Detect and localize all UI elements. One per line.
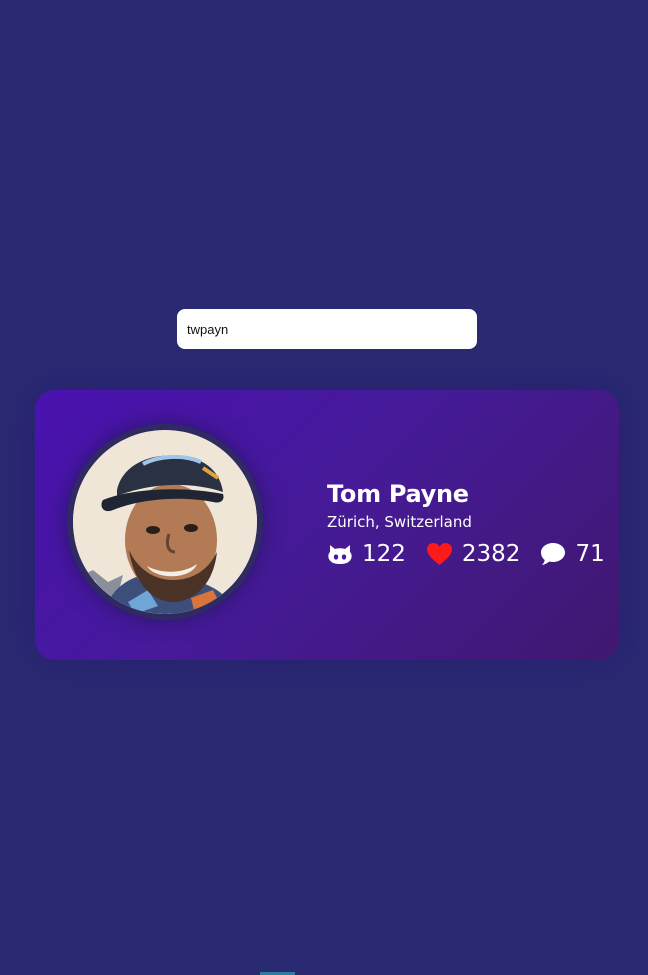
heart-icon: [426, 542, 453, 566]
avatar-ring: [67, 424, 263, 620]
stat-repos: 122: [327, 539, 406, 569]
search-container: [177, 309, 477, 349]
stat-comments: 71: [540, 539, 605, 569]
profile-info: Tom Payne Zürich, Switzerland 122 2382 7…: [327, 478, 605, 569]
repos-count: 122: [362, 541, 406, 567]
profile-location: Zürich, Switzerland: [327, 513, 472, 531]
comments-count: 71: [575, 541, 605, 567]
comment-icon: [540, 542, 566, 566]
avatar: [73, 430, 257, 614]
search-input[interactable]: [177, 309, 477, 349]
github-icon: [327, 543, 353, 565]
stat-followers: 2382: [426, 539, 521, 569]
followers-count: 2382: [461, 541, 521, 567]
avatar-image: [73, 430, 257, 614]
profile-card: Tom Payne Zürich, Switzerland 122 2382 7…: [35, 390, 619, 660]
profile-name: Tom Payne: [327, 480, 469, 508]
profile-stats: 122 2382 71: [327, 539, 605, 569]
